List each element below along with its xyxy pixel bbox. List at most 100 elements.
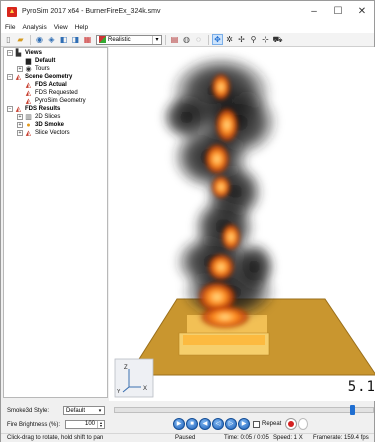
menu-file[interactable]: File: [5, 24, 15, 31]
3d-viewport[interactable]: Z X Y 5.1: [109, 47, 375, 401]
fly-icon[interactable]: ⊹: [260, 34, 271, 45]
smoke-style-row: Smoke3d Style: Default ▾: [7, 406, 105, 415]
geometry-icon: ◭: [25, 89, 32, 97]
menu-analysis[interactable]: Analysis: [22, 24, 46, 31]
menu-bar: File Analysis View Help: [1, 22, 374, 33]
stop-icon[interactable]: ■: [186, 418, 198, 430]
vector-icon: ◭: [25, 129, 32, 137]
timeline-slider[interactable]: [114, 405, 374, 415]
repeat-checkbox[interactable]: [253, 420, 260, 428]
expand-toggle-icon[interactable]: +: [17, 66, 23, 72]
axis-label-z: Z: [124, 365, 128, 371]
timeline-slider-thumb[interactable]: [350, 405, 356, 415]
playback-panel: Smoke3d Style: Default ▾ Fire Brightness…: [1, 401, 374, 442]
save-icon[interactable]: ◉: [34, 34, 45, 45]
window-title: PyroSim 2017 x64 - BurnerFireEx_324k.smv: [22, 8, 161, 15]
title-bar: ▲ PyroSim 2017 x64 - BurnerFireEx_324k.s…: [1, 1, 374, 22]
shading-icon[interactable]: ◍: [181, 34, 192, 45]
orbit-icon[interactable]: ✲: [224, 34, 235, 45]
time-overlay: 5.1: [347, 379, 375, 395]
pan-icon[interactable]: ✢: [236, 34, 247, 45]
record-icon: [288, 421, 295, 427]
close-button[interactable]: ✕: [350, 1, 374, 22]
render-mode-value: Realistic: [108, 36, 131, 43]
collapse-toggle-icon[interactable]: −: [7, 106, 13, 112]
burner-glow: [183, 335, 265, 345]
step-back-icon[interactable]: ◀: [199, 418, 211, 430]
fire-brightness-input[interactable]: 100 ▴ ▾: [65, 420, 105, 429]
axis-label-x: X: [143, 386, 148, 392]
record-button[interactable]: [285, 418, 298, 430]
toolbar-separator: [208, 34, 209, 45]
minimize-button[interactable]: –: [302, 1, 326, 22]
render-mode-icon[interactable]: ▦: [82, 34, 93, 45]
tree-node-3d-smoke[interactable]: + ● 3D Smoke: [4, 121, 107, 129]
geometry-icon: ◭: [25, 81, 32, 89]
pyrosim-app-icon: ▲: [7, 6, 17, 17]
status-speed: Speed: 1 X: [273, 435, 303, 441]
chevron-down-icon: ▾: [98, 407, 102, 414]
fast-forward-icon[interactable]: ▶: [238, 418, 250, 430]
axis-label-y: Y: [117, 389, 121, 395]
wireframe-icon[interactable]: ◌: [193, 34, 204, 45]
toolbar: ▯ ▰ ◉ ◈ ◧ ◨ ▦ Realistic ▾ ▤ ◍ ◌ ✥ ✲ ✢ ⚲ …: [1, 33, 374, 47]
results-icon: ◭: [15, 105, 22, 113]
grid-icon[interactable]: ▤: [169, 34, 180, 45]
fire-brightness-label: Fire Brightness (%):: [7, 421, 61, 428]
tree-node-scene-geometry[interactable]: − ◭ Scene Geometry: [4, 73, 107, 81]
views-icon: ▙: [15, 49, 22, 57]
render-mode-select[interactable]: Realistic ▾: [96, 34, 162, 45]
geometry-icon: ◭: [25, 97, 32, 105]
smoke-icon: ●: [26, 121, 31, 129]
tree-node-fds-results[interactable]: − ◭ FDS Results: [4, 105, 107, 113]
tree-node-2d-slices[interactable]: + ▥ 2D Slices: [4, 113, 107, 121]
tree-node-pyrosim-geometry[interactable]: ◭ PyroSim Geometry: [4, 97, 107, 105]
navigation-tree: − ▙ Views ▆ Default + ◉ Tours − ◭ Scene …: [3, 47, 108, 398]
status-state: Paused: [175, 435, 196, 441]
print-icon[interactable]: ◨: [70, 34, 81, 45]
menu-view[interactable]: View: [54, 24, 68, 31]
status-hint: Click-drag to rotate, hold shift to pan: [7, 435, 104, 441]
expand-toggle-icon[interactable]: +: [17, 114, 23, 120]
status-framerate: Framerate: 159.4 fps: [313, 435, 369, 441]
status-time: Time: 0:05 / 0:05: [224, 435, 269, 441]
axis-triad-box: [114, 358, 154, 398]
fire-brightness-value: 100: [84, 421, 95, 427]
maximize-button[interactable]: ☐: [326, 1, 350, 22]
menu-help[interactable]: Help: [75, 24, 88, 31]
app-window: ▲ PyroSim 2017 x64 - BurnerFireEx_324k.s…: [0, 0, 375, 442]
zoom-icon[interactable]: ⚲: [248, 34, 259, 45]
tree-node-views[interactable]: − ▙ Views: [4, 49, 107, 57]
paste-icon[interactable]: ◧: [58, 34, 69, 45]
record-settings-button[interactable]: [298, 418, 309, 430]
slice-icon: ▥: [25, 113, 32, 121]
select-icon[interactable]: ✥: [212, 34, 223, 45]
copy-icon[interactable]: ◈: [46, 34, 57, 45]
toolbar-separator: [30, 34, 31, 45]
tree-node-tours[interactable]: + ◉ Tours: [4, 65, 107, 73]
collapse-toggle-icon[interactable]: −: [7, 50, 13, 56]
camera-icon[interactable]: ⛟: [272, 34, 283, 45]
collapse-toggle-icon[interactable]: −: [7, 74, 13, 80]
new-file-icon[interactable]: ▯: [3, 34, 14, 45]
fire-scene: [114, 54, 375, 398]
expand-toggle-icon[interactable]: +: [17, 122, 23, 128]
step-forward-icon[interactable]: ▷: [225, 418, 237, 430]
expand-toggle-icon[interactable]: +: [17, 130, 23, 136]
status-bar: Click-drag to rotate, hold shift to pan …: [1, 433, 374, 442]
tree-node-default-view[interactable]: ▆ Default: [4, 57, 107, 65]
repeat-label: Repeat: [262, 421, 282, 427]
smoke-style-select[interactable]: Default ▾: [63, 406, 105, 415]
play-icon[interactable]: ▶: [173, 418, 185, 430]
render-mode-swatch-icon: [99, 36, 106, 43]
spinner-arrows-icon[interactable]: ▴ ▾: [97, 421, 104, 428]
tree-node-fds-actual[interactable]: ◭ FDS Actual: [4, 81, 107, 89]
tree-node-slice-vectors[interactable]: + ◭ Slice Vectors: [4, 129, 107, 137]
smoke-style-label: Smoke3d Style:: [7, 407, 50, 414]
toolbar-separator: [165, 34, 166, 45]
tour-icon: ◉: [25, 65, 32, 73]
rewind-icon[interactable]: ◁: [212, 418, 224, 430]
tree-node-fds-requested[interactable]: ◭ FDS Requested: [4, 89, 107, 97]
open-icon[interactable]: ▰: [15, 34, 26, 45]
playback-controls: ▶ ■ ◀ ◁ ▷ ▶ Repeat: [173, 418, 309, 430]
